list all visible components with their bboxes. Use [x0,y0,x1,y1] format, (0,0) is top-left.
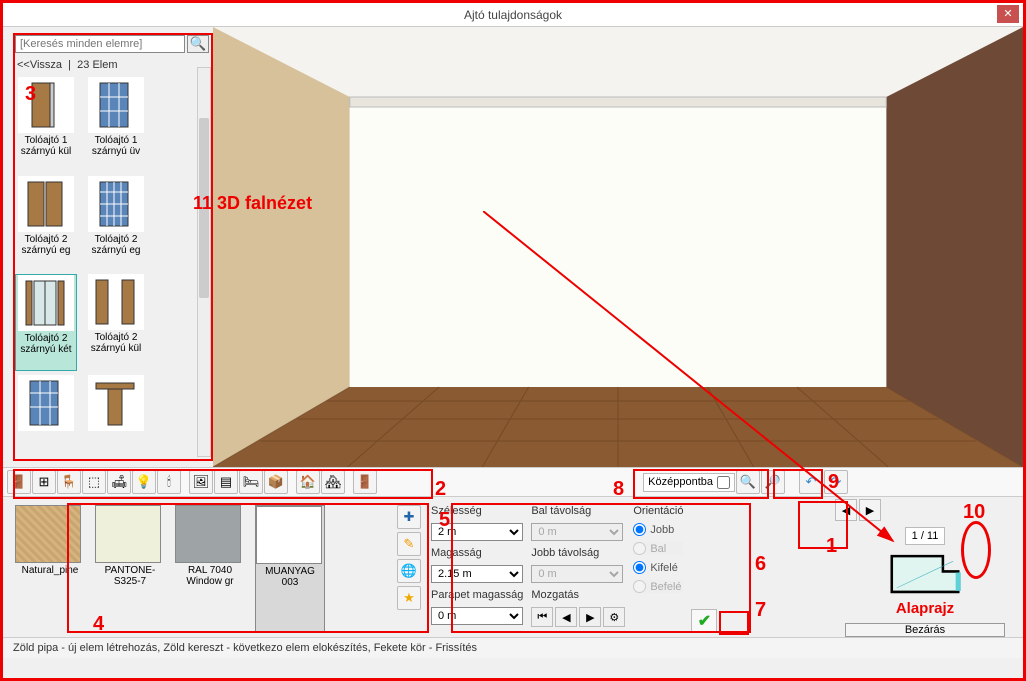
orient-left-radio [633,542,646,555]
wall-counter: 1 / 11 [905,527,946,545]
material-swatch[interactable]: RAL 7040 Window gr [175,505,245,633]
cat-curtain-icon[interactable]: ▤ [214,470,238,494]
zoom-fit-icon[interactable]: 🔎 [761,470,785,494]
cat-lamp-icon[interactable]: 💡 [132,470,156,494]
motion-settings-icon[interactable]: ⚙ [603,607,625,627]
search-input[interactable] [15,35,185,53]
cat-bed-icon[interactable]: 🛏 [239,470,263,494]
door-library-sidebar: 🔍 <<Vissza | 23 Elem Tolóajtó 1 szárnyú … [3,27,213,467]
motion-label: Mozgatás [531,589,625,601]
cat-sofa-icon[interactable]: 🛋 [107,470,131,494]
floorplan-panel: ◀ ▶ 1 / 11 Alaprajz Bezárás [835,501,1015,637]
item-count: 23 Elem [77,59,117,71]
sidebar-scrollbar[interactable] [197,67,211,457]
apply-button[interactable]: ✔ [691,609,717,633]
separator [346,470,352,494]
separator [182,470,188,494]
window-close-button[interactable]: ✕ [997,5,1019,23]
title-bar: Ajtó tulajdonságok ✕ [3,3,1023,27]
material-web-icon[interactable]: 🌐 [397,559,421,583]
orient-in-radio [633,580,646,593]
category-toolbar: 🚪 ⊞ 🪑 ⬚ 🛋 💡 🕯 🖼 ▤ 🛏 📦 🏠 🏘 🚪 Középpontba … [3,467,1023,497]
material-favorite-icon[interactable]: ★ [397,586,421,610]
search-icon: 🔍 [190,36,207,51]
wall-prev-icon[interactable]: ◀ [835,499,857,521]
orient-out-radio[interactable] [633,561,646,574]
center-checkbox-input[interactable] [717,476,730,489]
wall-next-icon[interactable]: ▶ [859,499,881,521]
door-thumb[interactable]: Tolóajtó 2 szárnyú eg [85,176,147,271]
rightdist-label: Jobb távolság [531,547,625,559]
door-thumb[interactable]: Tolóajtó 1 szárnyú kül [15,77,77,172]
material-swatch-selected[interactable]: MUANYAG 003 [255,505,325,633]
material-add-icon[interactable]: ✚ [397,505,421,529]
floorplan-label: Alaprajz [896,600,954,617]
status-bar: Zöld pipa - új elem létrehozás, Zöld ker… [3,637,1023,658]
floorplan-view[interactable] [850,551,1000,596]
back-row: <<Vissza | 23 Elem [15,59,209,71]
window-title: Ajtó tulajdonságok [464,8,562,22]
cat-door2-icon[interactable]: 🚪 [353,470,377,494]
cat-switch-icon[interactable]: ⬚ [82,470,106,494]
material-swatch[interactable]: PANTONE-S325-7 [95,505,165,633]
parapet-label: Parapet magasság [431,589,523,601]
redo-icon[interactable]: ↷ [824,470,848,494]
door-thumb[interactable] [15,375,77,448]
door-thumb[interactable]: Tolóajtó 2 szárnyú kül [85,274,147,371]
door-thumb[interactable] [85,375,147,448]
separator [289,470,295,494]
zoom-in-icon[interactable]: 🔍 [736,470,760,494]
cat-cabinet-icon[interactable]: 📦 [264,470,288,494]
door-thumb[interactable]: Tolóajtó 1 szárnyú üv [85,77,147,172]
leftdist-select: 0 m [531,523,623,541]
close-button[interactable]: Bezárás [845,623,1005,637]
material-swatch[interactable]: Natural_pine [15,505,85,633]
orient-label: Orientáció [633,505,683,517]
cat-floorlamp-icon[interactable]: 🕯 [157,470,181,494]
width-label: Szélesség [431,505,523,517]
cat-furniture-icon[interactable]: 🪑 [57,470,81,494]
cat-door-icon[interactable]: 🚪 [7,470,31,494]
motion-rewind-icon[interactable]: ⏮ [531,607,553,627]
search-button[interactable]: 🔍 [187,35,209,53]
undo-icon[interactable]: ↶ [799,470,823,494]
cat-building-icon[interactable]: 🏠 [296,470,320,494]
rightdist-select: 0 m [531,565,623,583]
parameters-panel: Szélesség 2 m Magasság 2.15 m Parapet ma… [427,501,829,637]
parapet-select[interactable]: 0 m [431,607,523,625]
motion-back-icon[interactable]: ◀ [555,607,577,627]
motion-fwd-icon[interactable]: ▶ [579,607,601,627]
cat-window-icon[interactable]: ⊞ [32,470,56,494]
material-edit-icon[interactable]: ✎ [397,532,421,556]
back-link[interactable]: <<Vissza [17,59,62,71]
height-label: Magasság [431,547,523,559]
materials-panel: Natural_pine PANTONE-S325-7 RAL 7040 Win… [11,501,421,637]
cat-roof-icon[interactable]: 🏘 [321,470,345,494]
door-thumb[interactable]: Tolóajtó 2 szárnyú eg [15,176,77,271]
leftdist-label: Bal távolság [531,505,625,517]
orient-right-radio[interactable] [633,523,646,536]
cat-picture-icon[interactable]: 🖼 [189,470,213,494]
height-select[interactable]: 2.15 m [431,565,523,583]
3d-viewport[interactable] [213,27,1023,467]
center-checkbox[interactable]: Középpontba [643,473,735,492]
width-select[interactable]: 2 m [431,523,523,541]
door-thumb-selected[interactable]: Tolóajtó 2 szárnyú két [15,274,77,371]
door-thumbnails: Tolóajtó 1 szárnyú kül Tolóajtó 1 szárny… [15,77,209,447]
